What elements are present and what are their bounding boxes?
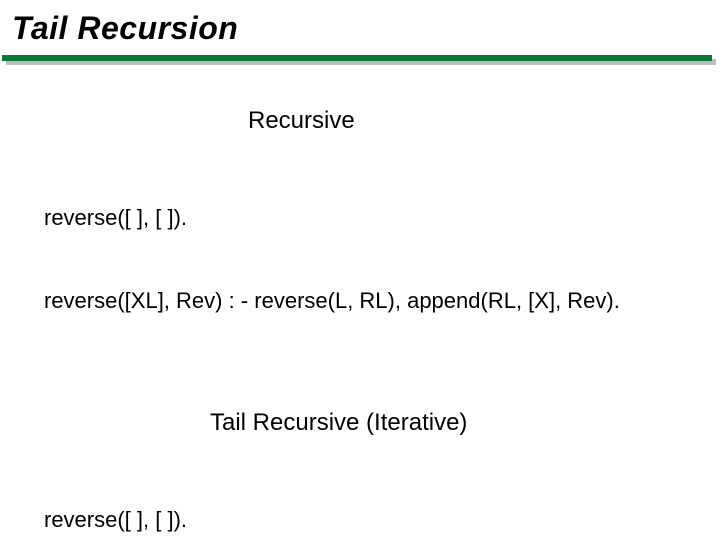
code-block-tail-recursive: reverse([ ], [ ]). reverse(L, RL) : - re… (0, 451, 720, 540)
slide: Tail Recursion Recursive reverse([ ], [ … (0, 0, 720, 540)
code-line: reverse([ ], [ ]). (44, 506, 720, 534)
slide-title: Tail Recursion (0, 0, 720, 55)
title-divider (0, 55, 720, 65)
code-line: reverse([XL], Rev) : - reverse(L, RL), a… (44, 287, 720, 315)
section-heading-recursive: Recursive (0, 107, 720, 135)
section-heading-tail-recursive: Tail Recursive (Iterative) (0, 409, 720, 437)
code-line: reverse([ ], [ ]). (44, 204, 720, 232)
divider-bar (2, 55, 712, 61)
code-block-recursive: reverse([ ], [ ]). reverse([XL], Rev) : … (0, 149, 720, 369)
